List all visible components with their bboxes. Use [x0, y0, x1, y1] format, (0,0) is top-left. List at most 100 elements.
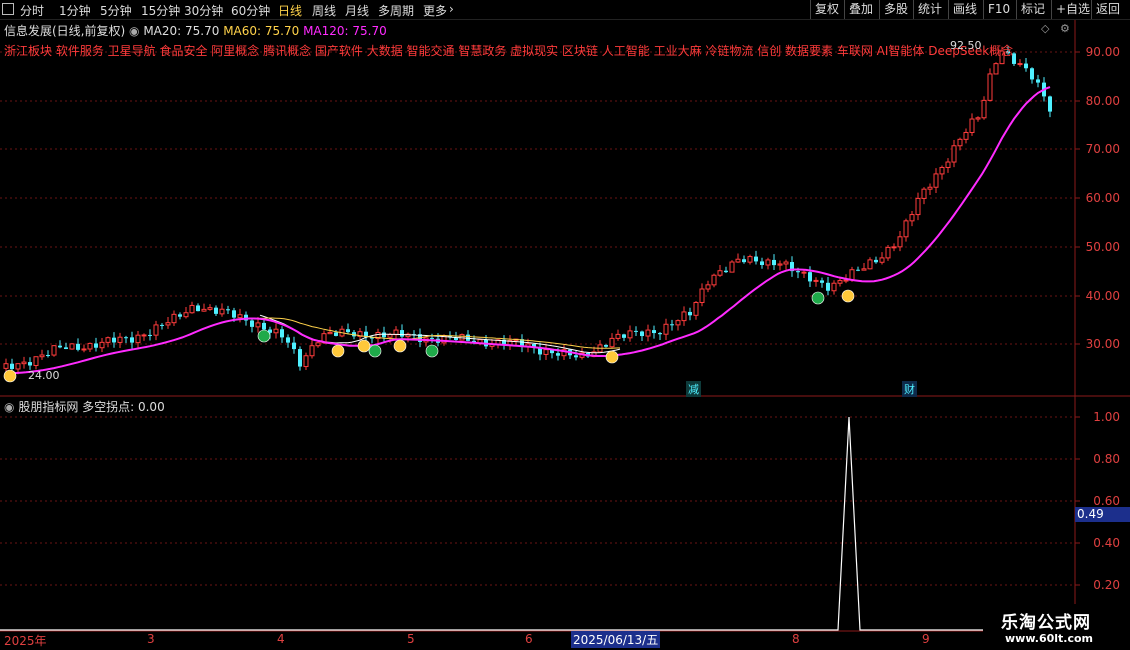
candlestick	[357, 328, 363, 340]
candlestick	[502, 335, 506, 350]
ma60-value: MA60: 75.70	[223, 24, 300, 38]
candlestick	[670, 319, 674, 331]
candlestick	[183, 306, 189, 319]
green-signal-icon	[257, 329, 271, 343]
candlestick	[124, 335, 128, 344]
date-label: 8	[792, 632, 800, 646]
watermark-url: www.60lt.com	[1005, 632, 1094, 645]
sub-indicator-header: ◉ 股朋指标网 多空拐点: 0.00	[4, 398, 165, 415]
candlestick	[957, 137, 963, 151]
candlestick	[117, 332, 123, 348]
candlestick	[675, 319, 681, 331]
candlestick	[993, 62, 999, 75]
date-label: 3	[147, 632, 155, 646]
date-label: 9	[922, 632, 930, 646]
candlestick	[777, 260, 783, 271]
price-tick: 40.00	[1085, 289, 1120, 303]
indicator-tick: 0.60	[1093, 494, 1120, 508]
candlestick	[250, 317, 254, 333]
candlestick	[46, 350, 50, 358]
candlestick	[609, 333, 615, 349]
candlestick	[459, 333, 465, 341]
candlestick	[699, 283, 705, 307]
candlestick	[867, 257, 873, 270]
candlestick	[94, 337, 98, 352]
gold-signal-icon	[841, 289, 855, 303]
indicator-tick: 0.80	[1093, 452, 1120, 466]
candlestick	[214, 305, 218, 317]
candlestick	[292, 336, 296, 354]
candlestick	[171, 310, 177, 327]
candlestick	[831, 280, 837, 295]
candlestick	[645, 324, 651, 342]
price-tick: 80.00	[1085, 94, 1120, 108]
candlestick	[729, 260, 735, 273]
candlestick	[189, 301, 195, 314]
price-tick: 90.00	[1085, 45, 1120, 59]
candlestick	[879, 252, 885, 265]
candlestick	[969, 113, 975, 136]
price-chart[interactable]	[0, 0, 1130, 650]
candlestick	[76, 338, 80, 352]
candlestick	[747, 254, 753, 265]
candlestick	[688, 307, 692, 321]
candlestick	[826, 276, 830, 296]
gold-signal-icon	[605, 350, 619, 364]
indicator-title: 股朋指标网 多空拐点: 0.00	[18, 400, 165, 414]
candlestick	[178, 312, 182, 320]
candlestick	[153, 320, 159, 341]
candlestick	[81, 344, 87, 353]
date-label: 2025年	[4, 634, 47, 648]
candlestick	[790, 256, 794, 277]
low-price-label: 24.00	[28, 369, 60, 382]
candlestick	[820, 277, 824, 288]
candlestick	[280, 326, 284, 343]
candlestick	[309, 339, 315, 359]
candlestick	[298, 346, 302, 371]
gold-signal-icon	[393, 339, 407, 353]
price-tick: 30.00	[1085, 337, 1120, 351]
candlestick	[874, 256, 878, 264]
candlestick	[652, 325, 656, 339]
candlestick	[963, 128, 969, 144]
candlestick	[33, 356, 39, 370]
candlestick	[423, 336, 429, 347]
candlestick	[681, 306, 687, 326]
indicator-tick: 0.20	[1093, 578, 1120, 592]
watermark-logo: 乐淘公式网 www.60lt.com	[983, 604, 1130, 650]
candlestick	[532, 343, 536, 354]
candlestick	[939, 165, 945, 180]
ma120-value: MA120: 75.70	[303, 24, 387, 38]
gold-signal-icon	[3, 369, 17, 383]
indicator-current-value: 0.49	[1075, 507, 1130, 522]
candlestick	[634, 326, 638, 336]
candlestick	[130, 331, 134, 349]
candlestick	[1030, 67, 1034, 84]
candlestick	[783, 259, 789, 270]
candlestick	[454, 331, 458, 342]
candlestick	[663, 318, 669, 341]
date-label: 5	[407, 632, 415, 646]
ma120-line	[6, 86, 1051, 375]
event-jian-badge[interactable]: 减	[686, 381, 701, 397]
settings-icon[interactable]: ⚙	[1060, 22, 1070, 35]
candlestick	[765, 257, 771, 270]
green-signal-icon	[368, 344, 382, 358]
candlestick	[543, 344, 549, 361]
candlestick	[772, 254, 776, 270]
candlestick	[201, 303, 207, 312]
cursor-date: 2025/06/13/五	[571, 631, 661, 648]
candlestick	[724, 266, 728, 273]
chevron-down-icon[interactable]: ◉	[129, 24, 139, 38]
watermark-title: 乐淘公式网	[1001, 613, 1091, 633]
candlestick	[927, 183, 933, 196]
price-tick: 50.00	[1085, 240, 1120, 254]
diamond-icon[interactable]: ◇	[1041, 22, 1049, 35]
candlestick	[51, 345, 57, 357]
candlestick	[226, 305, 230, 314]
candlestick	[735, 253, 741, 263]
candlestick	[711, 273, 717, 288]
main-chart-header: 信息发展(日线,前复权) ◉ MA20: 75.70 MA60: 75.70 M…	[4, 22, 387, 39]
event-cai-badge[interactable]: 财	[902, 381, 917, 397]
chevron-down-icon[interactable]: ◉	[4, 400, 14, 414]
